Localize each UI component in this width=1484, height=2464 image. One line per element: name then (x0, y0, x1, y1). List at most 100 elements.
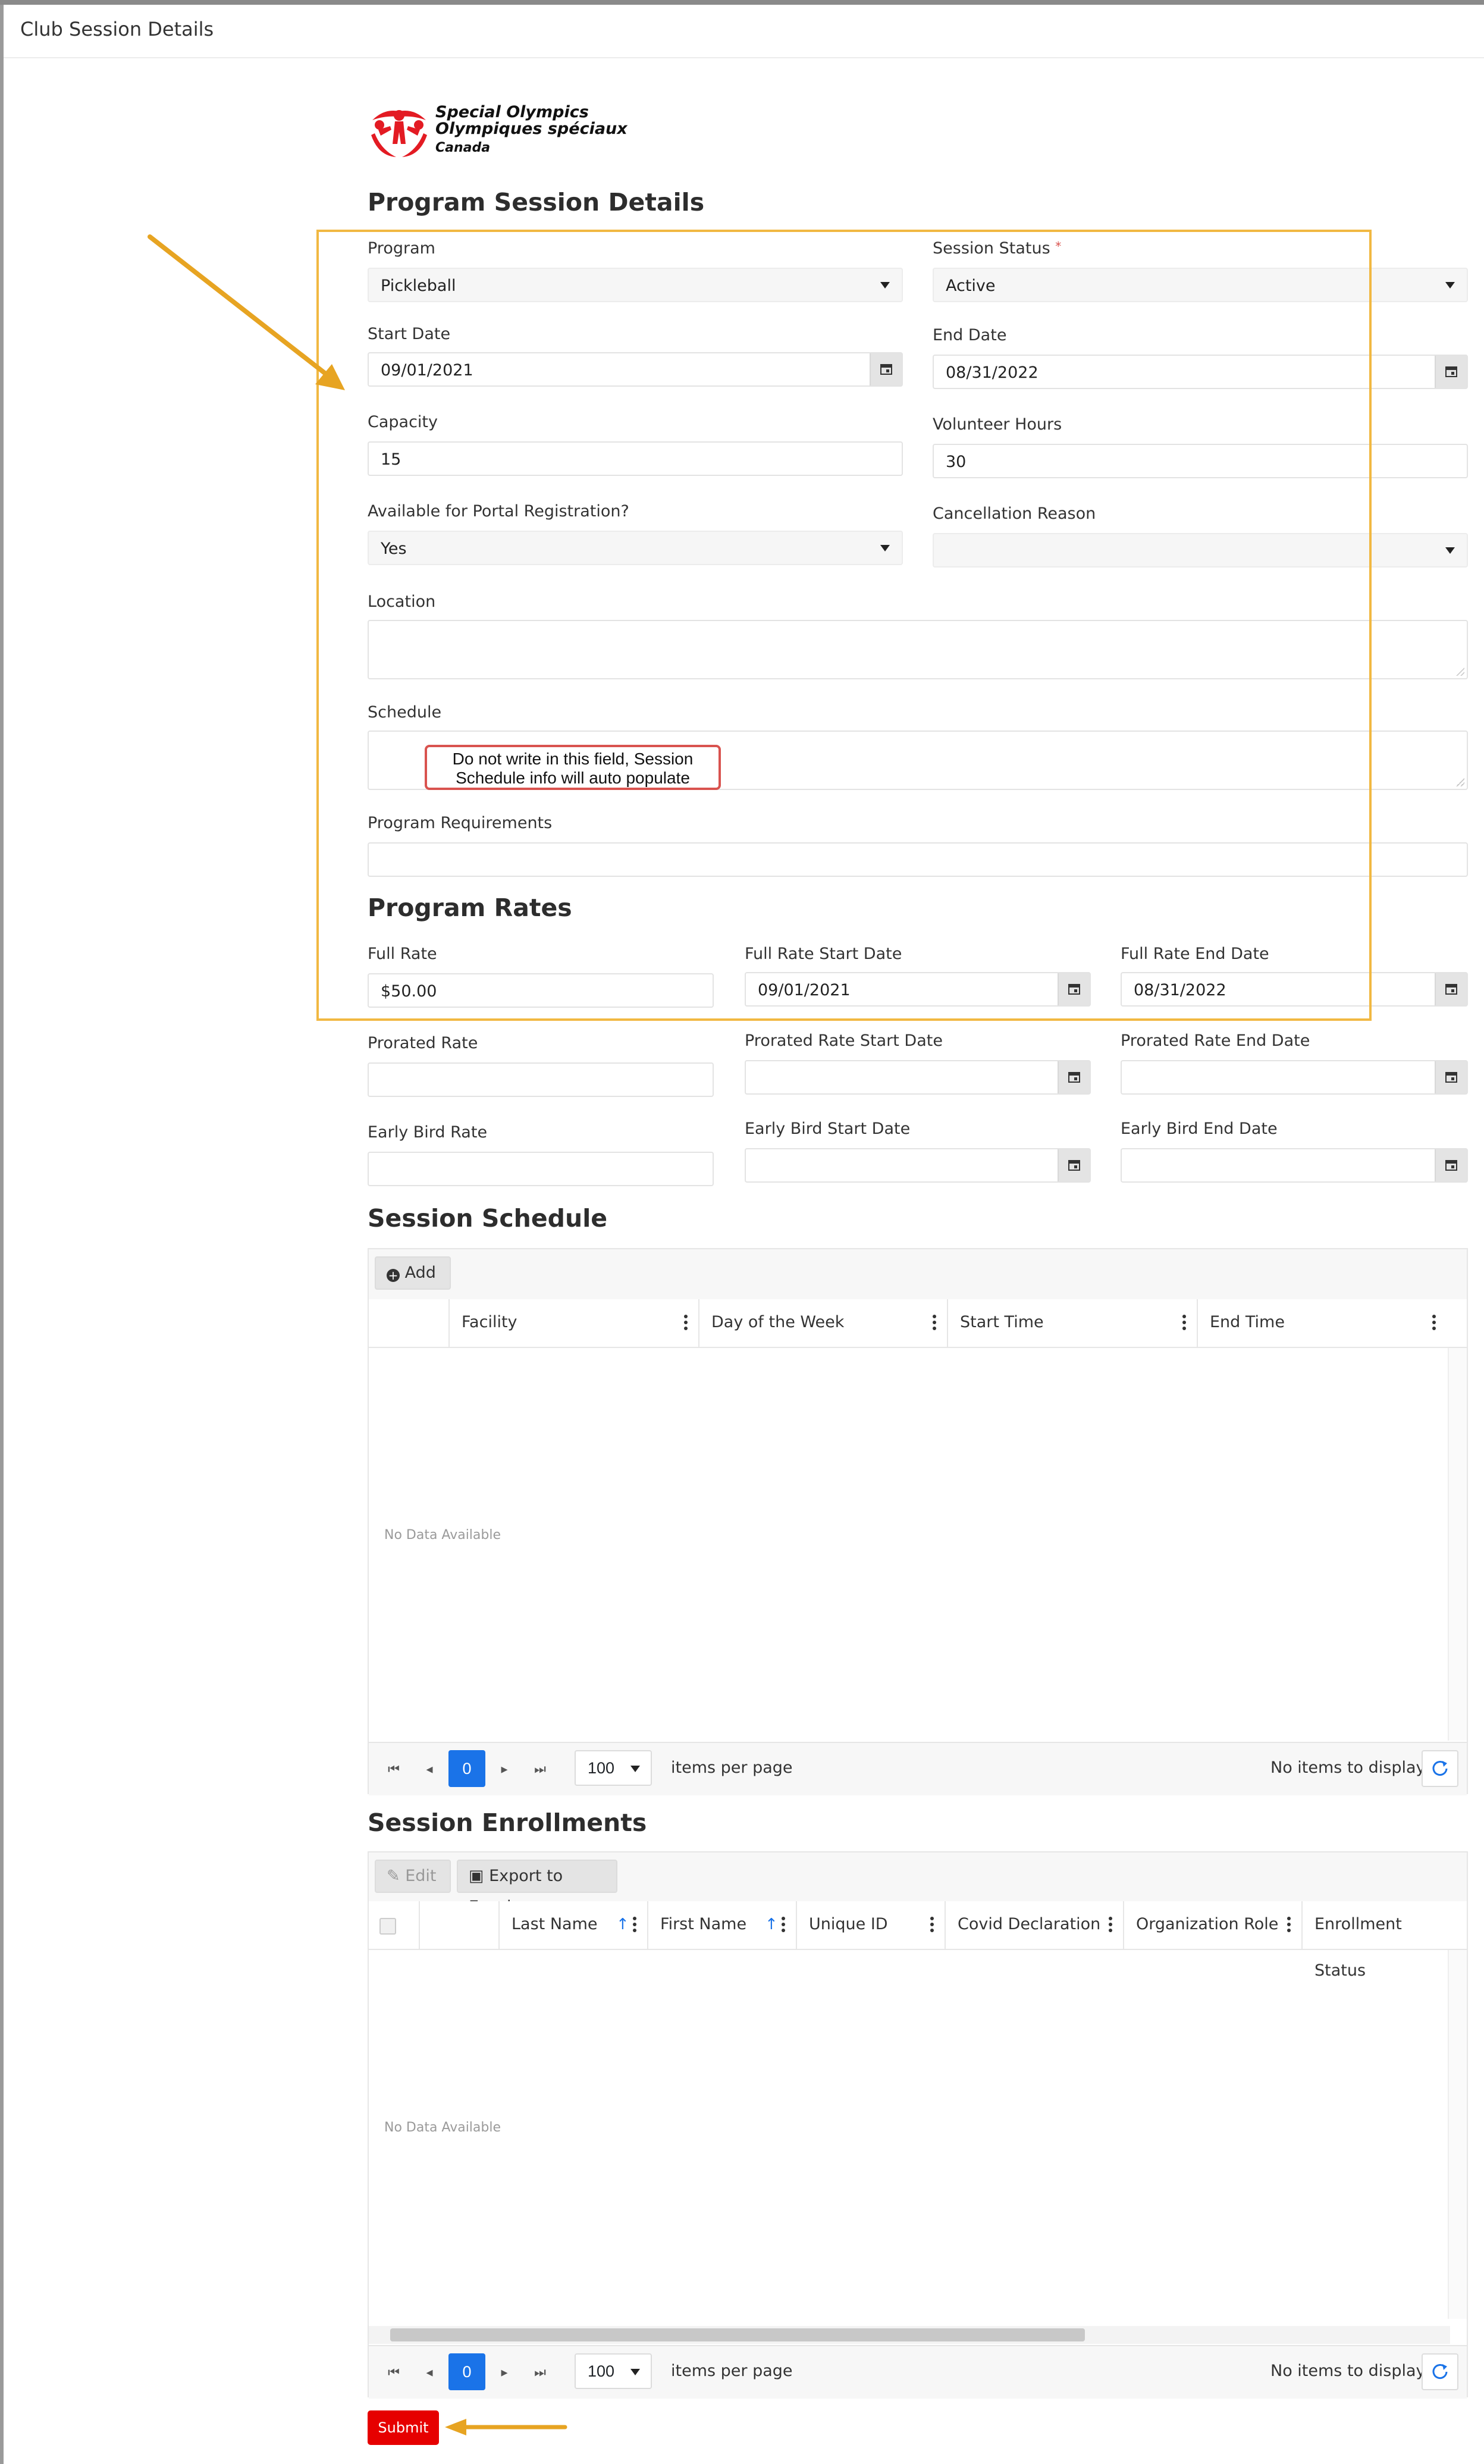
schedule-grid-header: Facility Day of the Week Start Time End … (369, 1299, 1467, 1348)
chevron-down-icon (1445, 547, 1455, 554)
last-page-icon[interactable]: ⏭ (523, 2355, 557, 2390)
early-bird-end-input[interactable] (1121, 1148, 1468, 1183)
column-header-label: Enrollment Status (1314, 1915, 1402, 1980)
chevron-down-icon (630, 1766, 640, 1772)
column-menu-icon[interactable] (1432, 1315, 1436, 1333)
next-page-icon[interactable]: ▸ (488, 2355, 521, 2390)
chevron-down-icon (630, 2369, 640, 2375)
schedule-grid-pager: ⏮ ◂ 0 ▸ ⏭ 100 items per page No items to… (369, 1742, 1467, 1795)
column-menu-icon[interactable] (684, 1315, 688, 1333)
prorated-rate-label: Prorated Rate (368, 1034, 478, 1052)
submit-button[interactable]: Submit (368, 2410, 439, 2445)
column-header-label: End Time (1210, 1313, 1285, 1331)
calendar-icon[interactable] (1435, 973, 1467, 1005)
column-header-unique-id[interactable]: Unique ID (796, 1901, 945, 1949)
current-page-button[interactable]: 0 (448, 1750, 485, 1787)
resize-grip-icon[interactable] (1456, 667, 1464, 676)
column-header-end-time[interactable]: End Time (1197, 1299, 1447, 1347)
column-header-label: Start Time (960, 1313, 1044, 1331)
export-excel-button[interactable]: ▣ Export to Excel (457, 1860, 617, 1916)
early-bird-rate-label: Early Bird Rate (368, 1123, 488, 1142)
resize-grip-icon[interactable] (1456, 778, 1464, 786)
select-all-checkbox[interactable] (379, 1918, 396, 1935)
window-left-border (0, 5, 4, 2464)
no-data-message: No Data Available (384, 2120, 501, 2135)
early-bird-end-label: Early Bird End Date (1121, 1120, 1278, 1138)
current-page-button[interactable]: 0 (448, 2353, 485, 2390)
column-header-label: Day of the Week (711, 1313, 845, 1331)
session-schedule-grid: + Add Facility Day of the Week Start Tim… (368, 1248, 1468, 1795)
column-header-label: Unique ID (809, 1915, 888, 1933)
refresh-icon[interactable] (1422, 2353, 1458, 2390)
annotation-arrow-icon (148, 234, 345, 390)
next-page-icon[interactable]: ▸ (488, 1751, 521, 1787)
refresh-icon[interactable] (1422, 1750, 1458, 1787)
items-per-page-label: items per page (671, 1758, 793, 1777)
early-bird-start-input[interactable] (745, 1148, 1091, 1183)
column-header-enrollment-status[interactable]: Enrollment Status (1301, 1901, 1450, 1980)
column-header-expander (419, 1901, 498, 1949)
logo-line-french: Olympiques spéciaux (435, 120, 628, 138)
prorated-end-input[interactable] (1121, 1060, 1468, 1095)
column-header-last-name[interactable]: Last Name ↑ (498, 1901, 647, 1949)
logo-line-english: Special Olympics (435, 103, 589, 121)
horizontal-scrollbar-thumb[interactable] (390, 2328, 1085, 2341)
prev-page-icon[interactable]: ◂ (413, 1751, 446, 1787)
add-button-label: Add (404, 1264, 436, 1282)
last-page-icon[interactable]: ⏭ (523, 1751, 557, 1787)
column-header-day-of-week[interactable]: Day of the Week (698, 1299, 947, 1347)
column-header-label: Facility (462, 1313, 517, 1331)
column-header-covid-declaration[interactable]: Covid Declaration (945, 1901, 1123, 1949)
prorated-start-input[interactable] (745, 1060, 1091, 1095)
calendar-icon[interactable] (1058, 1061, 1090, 1093)
special-olympics-logo-icon (371, 110, 427, 157)
annotation-highlight-box (316, 230, 1372, 1021)
edit-icon: ✎ (387, 1867, 400, 1885)
column-menu-icon[interactable] (633, 1917, 636, 1935)
first-page-icon[interactable]: ⏮ (377, 1751, 410, 1787)
vertical-scrollbar[interactable] (1448, 1348, 1467, 1741)
page-size-select[interactable]: 100 (575, 2353, 652, 2389)
column-header-label: Organization Role (1136, 1915, 1279, 1933)
sort-ascending-icon[interactable]: ↑ (616, 1901, 629, 1948)
sort-ascending-icon[interactable]: ↑ (765, 1901, 778, 1948)
enrollments-grid-header: Last Name ↑ First Name ↑ Unique ID Covid… (369, 1901, 1467, 1980)
column-menu-icon[interactable] (782, 1917, 785, 1935)
column-header-first-name[interactable]: First Name ↑ (647, 1901, 796, 1949)
column-header-start-time[interactable]: Start Time (947, 1299, 1197, 1347)
window-top-border (0, 0, 1484, 5)
column-header-label: Last Name (512, 1915, 598, 1933)
column-menu-icon[interactable] (1287, 1917, 1291, 1935)
edit-button[interactable]: ✎ Edit (375, 1860, 451, 1893)
pager-status: No items to display (1270, 2362, 1426, 2380)
column-header-label: First Name (660, 1915, 747, 1933)
horizontal-scrollbar[interactable] (369, 2326, 1450, 2344)
early-bird-rate-input[interactable] (368, 1152, 714, 1186)
early-bird-start-label: Early Bird Start Date (745, 1120, 911, 1138)
calendar-icon[interactable] (1435, 1061, 1467, 1093)
add-button[interactable]: + Add (375, 1256, 451, 1290)
vertical-scrollbar[interactable] (1448, 1950, 1467, 2319)
column-menu-icon[interactable] (1109, 1917, 1112, 1935)
enrollments-grid-toolbar: ✎ Edit ▣ Export to Excel (369, 1852, 1467, 1916)
prev-page-icon[interactable]: ◂ (413, 2355, 446, 2390)
page-size-value: 100 (588, 1759, 615, 1777)
column-menu-icon[interactable] (1182, 1315, 1186, 1333)
page-size-value: 100 (588, 2362, 615, 2380)
column-header-facility[interactable]: Facility (448, 1299, 698, 1347)
column-menu-icon[interactable] (933, 1315, 936, 1333)
edit-button-label: Edit (405, 1867, 437, 1885)
prorated-rate-input[interactable] (368, 1062, 714, 1097)
annotation-arrow-icon (445, 2419, 567, 2435)
page-size-select[interactable]: 100 (575, 1750, 652, 1786)
first-page-icon[interactable]: ⏮ (377, 2355, 410, 2390)
window-header (4, 5, 1484, 58)
calendar-icon[interactable] (1435, 356, 1467, 388)
calendar-icon[interactable] (1058, 1149, 1090, 1181)
column-menu-icon[interactable] (930, 1917, 934, 1935)
column-header-organization-role[interactable]: Organization Role (1123, 1901, 1301, 1949)
plus-circle-icon: + (387, 1269, 400, 1282)
window-title: Club Session Details (20, 18, 214, 40)
session-enrollments-grid: ✎ Edit ▣ Export to Excel Last Name ↑ Fir… (368, 1851, 1468, 2399)
calendar-icon[interactable] (1435, 1149, 1467, 1181)
